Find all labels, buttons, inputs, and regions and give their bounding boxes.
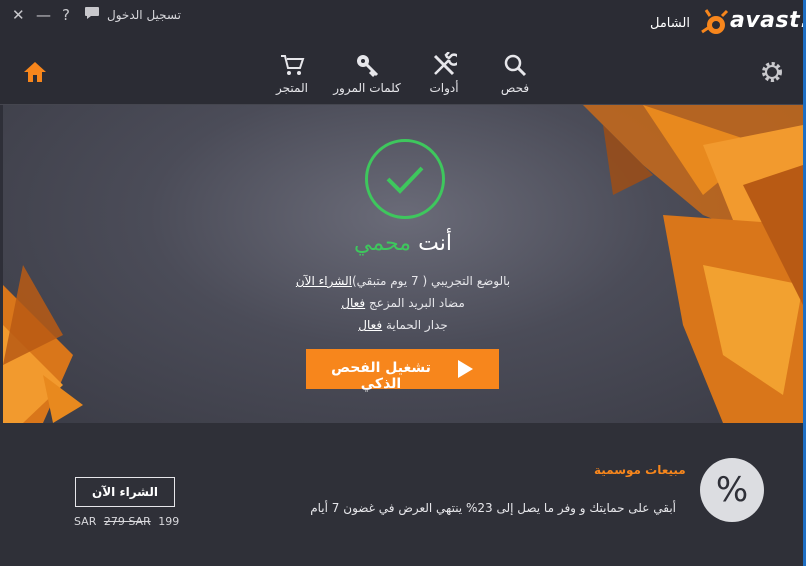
edition-label: الشامل <box>650 16 690 31</box>
close-button[interactable]: ✕ <box>12 6 25 24</box>
brand-name: avast! <box>730 8 803 33</box>
protected-check-icon <box>365 139 445 219</box>
help-button[interactable]: ? <box>62 6 70 24</box>
search-icon <box>504 54 527 77</box>
nav-tools-label: أدوات <box>429 81 459 95</box>
promo-text: أبقي على حمايتك و وفر ما يصل إلى 23% ينت… <box>310 501 676 515</box>
nav-passwords-label: كلمات المرور <box>333 81 401 95</box>
login-link[interactable]: تسجيل الدخول <box>107 8 181 22</box>
home-icon[interactable] <box>22 60 48 88</box>
nav-scan[interactable]: فحص <box>475 52 555 95</box>
nav-store-label: المتجر <box>276 81 308 95</box>
settings-gear-icon[interactable] <box>760 60 784 88</box>
antispam-status-link[interactable]: فعال <box>341 296 365 310</box>
promo-title: مبيعات موسمية <box>594 463 686 477</box>
main-nav: المتجر كلمات المرور أدوات فحص <box>0 48 803 105</box>
price-currency: SAR <box>74 515 97 528</box>
status-panel: أنت محمي بالوضع التجريبي ( 7 يوم متبقي)ا… <box>3 105 803 423</box>
nav-scan-label: فحص <box>500 81 530 95</box>
smart-scan-label: تشغيل الفحص الذكي <box>331 360 431 392</box>
promo-panel: % مبيعات موسمية أبقي على حمايتك و وفر ما… <box>0 423 803 566</box>
nav-store[interactable]: المتجر <box>252 52 332 95</box>
new-price: 199 <box>158 515 180 528</box>
buy-now-button[interactable]: الشراء الآن <box>75 477 175 507</box>
component-status-list: بالوضع التجريبي ( 7 يوم متبقي)الشراء الآ… <box>3 270 803 336</box>
title-bar: ✕ — ? تسجيل الدخول الشامل avast! <box>0 0 803 48</box>
avast-window: ✕ — ? تسجيل الدخول الشامل avast! المتجر <box>0 0 803 566</box>
play-icon <box>458 360 473 378</box>
status-prefix: أنت <box>418 231 452 256</box>
chat-icon[interactable] <box>84 6 100 24</box>
nav-passwords[interactable]: كلمات المرور <box>327 52 407 95</box>
trial-text: بالوضع التجريبي ( 7 يوم متبقي) <box>351 274 511 288</box>
cart-icon <box>281 55 305 75</box>
tools-icon <box>433 52 457 76</box>
nav-tools[interactable]: أدوات <box>404 52 484 95</box>
antispam-row: مضاد البريد المزعج فعال <box>3 292 803 314</box>
key-icon <box>357 55 379 78</box>
firewall-label: جدار الحماية <box>385 318 448 332</box>
smart-scan-button[interactable]: تشغيل الفحص الذكي <box>306 349 499 392</box>
minimize-button[interactable]: — <box>36 6 51 24</box>
status-state: محمي <box>354 231 412 256</box>
firewall-status-link[interactable]: فعال <box>358 318 382 332</box>
percent-icon: % <box>700 458 764 522</box>
old-price: 279 SAR <box>103 515 151 528</box>
protection-status: أنت محمي <box>3 231 803 256</box>
firewall-row: جدار الحماية فعال <box>3 314 803 336</box>
trial-row: بالوضع التجريبي ( 7 يوم متبقي)الشراء الآ… <box>3 270 803 292</box>
buy-now-link[interactable]: الشراء الآن <box>296 274 352 288</box>
price-line: SAR 279 SAR 199 <box>74 515 179 528</box>
antispam-label: مضاد البريد المزعج <box>368 296 465 310</box>
